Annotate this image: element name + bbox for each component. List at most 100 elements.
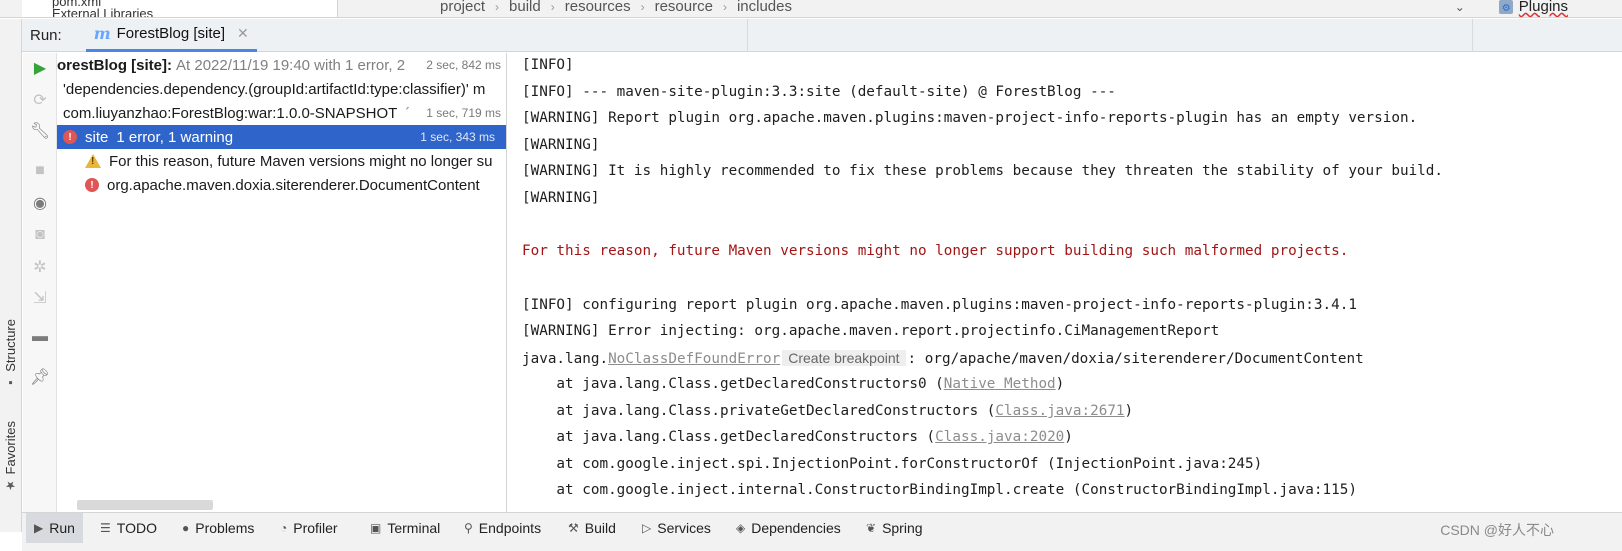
tree-row-title: 'dependencies.dependency.(groupId:artifa… xyxy=(63,80,486,98)
services-icon: ▷ xyxy=(642,521,652,535)
console-output[interactable]: [INFO] [INFO] --- maven-site-plugin:3.3:… xyxy=(508,53,1622,512)
star-icon: ★ xyxy=(3,478,18,493)
console-text: ) xyxy=(1124,403,1134,419)
tree-row-time: 1 sec, 719 ms xyxy=(422,106,501,120)
console-line: [WARNING] xyxy=(522,190,600,206)
breadcrumb: project › build › resources › resource ›… xyxy=(430,0,802,15)
bottom-tab-dependencies[interactable]: ◈ Dependencies xyxy=(728,513,849,543)
console-line-error: For this reason, future Maven versions m… xyxy=(522,243,1349,259)
pin-icon[interactable]: 📌︎ xyxy=(30,367,50,387)
bottom-tab-terminal[interactable]: ▣ Terminal xyxy=(362,513,448,543)
console-line-stack: at java.lang.Class.getDeclaredConstructo… xyxy=(522,425,1073,449)
tree-row-title: For this reason, future Maven versions m… xyxy=(109,152,493,170)
bottom-tab-build[interactable]: ⚒ Build xyxy=(560,513,624,543)
tree-stub-libraries[interactable]: External Libraries xyxy=(52,6,153,17)
structure-tool-tab[interactable]: ▪ Structure xyxy=(3,319,18,390)
console-line-stack: at com.google.inject.spi.InjectionPoint.… xyxy=(522,456,1263,472)
tree-row-meta: At 2022/11/19 19:40 with 1 error, 2 xyxy=(176,56,406,74)
rerun-failed-icon[interactable]: ⟳ xyxy=(30,90,50,110)
chevron-down-icon[interactable]: ⌄ xyxy=(1455,0,1465,14)
warning-icon xyxy=(85,154,101,168)
console-line: [WARNING] It is highly recommended to fi… xyxy=(522,163,1443,179)
tree-row-error[interactable]: ! org.apache.maven.doxia.siterenderer.Do… xyxy=(57,173,506,197)
bottom-tab-label: TODO xyxy=(116,520,157,536)
console-text: at java.lang.Class.privateGetDeclaredCon… xyxy=(522,403,996,419)
tree-row-warning[interactable]: For this reason, future Maven versions m… xyxy=(57,149,506,173)
breadcrumb-item[interactable]: build xyxy=(499,0,551,15)
source-link[interactable]: Class.java:2020 xyxy=(935,429,1064,445)
wrench-icon[interactable]: 🔧︎ xyxy=(30,121,50,141)
bottom-tab-endpoints[interactable]: ⚲ Endpoints xyxy=(456,513,549,543)
console-line: [INFO] --- maven-site-plugin:3.3:site (d… xyxy=(522,84,1116,100)
tab-title: ForestBlog [site] xyxy=(116,25,226,42)
console-line-stack: at java.lang.Class.privateGetDeclaredCon… xyxy=(522,399,1133,423)
tree-row-time: 2 sec, 842 ms xyxy=(422,58,501,72)
tree-row-title: com.liuyanzhao:ForestBlog:war:1.0.0-SNAP… xyxy=(63,104,398,122)
bottom-tab-label: Run xyxy=(49,520,75,536)
close-icon[interactable]: ✕ xyxy=(237,25,249,42)
run-icon: ▶ xyxy=(34,521,44,535)
bottom-tab-profiler[interactable]: ◔ Profiler xyxy=(272,513,346,543)
run-label: Run: xyxy=(30,26,62,44)
create-breakpoint-link[interactable]: Create breakpoint xyxy=(782,350,906,366)
rerun-icon[interactable]: ▶ xyxy=(30,58,50,78)
terminal-icon: ▣ xyxy=(370,521,382,535)
run-header: Run: m ForestBlog [site] ✕ xyxy=(22,19,1622,52)
exception-link[interactable]: NoClassDefFoundError xyxy=(608,351,780,367)
bottom-tab-problems[interactable]: ● Problems xyxy=(174,513,262,543)
tree-row-time: 1 sec, 343 ms xyxy=(416,130,495,144)
bottom-tab-label: Endpoints xyxy=(478,520,542,536)
plugins-icon xyxy=(1498,0,1513,14)
tree-row-title: org.apache.maven.doxia.siterenderer.Docu… xyxy=(107,176,480,194)
source-link[interactable]: Class.java:2671 xyxy=(995,403,1124,419)
tab-forestblog-site[interactable]: m ForestBlog [site] ✕ xyxy=(85,19,257,52)
dependencies-icon: ◈ xyxy=(736,521,746,535)
spring-leaf-icon: ❦ xyxy=(866,521,877,535)
layout-icon[interactable]: ▬ xyxy=(30,327,50,347)
tree-row-meta: ´ xyxy=(405,104,411,122)
bottom-tab-label: Terminal xyxy=(387,520,441,536)
header-divider xyxy=(1472,19,1473,52)
breadcrumb-item[interactable]: includes xyxy=(727,0,802,15)
tree-row-meta: 1 error, 1 warning xyxy=(116,128,234,146)
breadcrumb-item[interactable]: resource xyxy=(645,0,723,15)
top-strip: pom.xml External Libraries project › bui… xyxy=(0,0,1622,18)
console-line-exception: java.lang.NoClassDefFoundError Create bre… xyxy=(522,346,1364,370)
bottom-tab-run[interactable]: ▶ Run xyxy=(26,513,83,543)
tree-row-dependencies[interactable]: 'dependencies.dependency.(groupId:artifa… xyxy=(63,77,506,101)
horizontal-scrollbar[interactable] xyxy=(77,500,213,510)
breadcrumb-item[interactable]: project xyxy=(430,0,495,15)
console-line-stack: at com.google.inject.internal.Constructo… xyxy=(522,482,1357,498)
endpoints-icon: ⚲ xyxy=(464,521,473,535)
breadcrumb-item[interactable]: resources xyxy=(555,0,641,15)
camera-icon[interactable]: ◙ xyxy=(30,225,50,245)
bottom-tab-label: Build xyxy=(584,520,616,536)
console-line-stack: at java.lang.Class.getDeclaredConstructo… xyxy=(522,372,1064,396)
bottom-tab-label: Profiler xyxy=(293,520,338,536)
bottom-tab-todo[interactable]: ☰ TODO xyxy=(92,513,165,543)
console-line: [INFO] configuring report plugin org.apa… xyxy=(522,297,1357,313)
profiler-icon: ◔ xyxy=(280,521,288,535)
console-text: ) xyxy=(1064,429,1073,445)
plugins-node[interactable]: ⌄ Plugins xyxy=(1455,0,1568,15)
project-tree-remnant: pom.xml External Libraries xyxy=(22,0,338,17)
tree-row-title: site xyxy=(85,128,109,146)
header-divider xyxy=(747,19,748,52)
watermark: CSDN @好人不心 xyxy=(1440,522,1554,538)
error-icon: ! xyxy=(85,178,99,192)
source-link[interactable]: Native Method xyxy=(944,376,1056,392)
favorites-tool-tab[interactable]: ★ Favorites xyxy=(3,421,18,492)
console-text: java.lang. xyxy=(522,351,609,367)
stop-icon[interactable]: ■ xyxy=(30,161,50,181)
bottom-tab-services[interactable]: ▷ Services xyxy=(634,513,719,543)
bottom-tab-spring[interactable]: ❦ Spring xyxy=(858,513,931,543)
eye-icon[interactable]: ◉ xyxy=(30,193,50,213)
debug-icon[interactable]: ✲ xyxy=(30,257,50,277)
bottom-tab-label: Dependencies xyxy=(751,520,841,536)
tree-row-site[interactable]: ! site 1 error, 1 warning 1 sec, 343 ms xyxy=(57,125,506,149)
console-text: at java.lang.Class.getDeclaredConstructo… xyxy=(522,429,936,445)
exit-icon[interactable]: ⇲ xyxy=(30,288,50,308)
tree-row-title: orestBlog [site]: xyxy=(57,56,173,74)
tree-row-artifact[interactable]: com.liuyanzhao:ForestBlog:war:1.0.0-SNAP… xyxy=(63,101,506,125)
tree-row-root[interactable]: orestBlog [site]: At 2022/11/19 19:40 wi… xyxy=(57,53,506,77)
